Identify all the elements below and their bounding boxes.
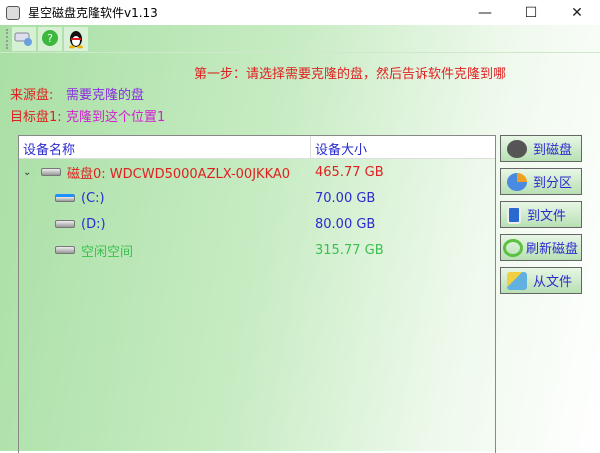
chevron-down-icon[interactable]: ⌄ <box>23 167 37 178</box>
device-size: 465.77 GB <box>315 164 384 180</box>
button-label: 刷新磁盘 <box>526 242 579 257</box>
refresh-disk-button[interactable]: 刷新磁盘 <box>500 234 582 261</box>
maximize-button[interactable]: ☐ <box>508 0 554 25</box>
open-file-icon <box>507 271 527 290</box>
step-instruction: 第一步：请选择需要克隆的盘，然后告诉软件克隆到哪 <box>193 67 506 82</box>
button-label: 从文件 <box>533 275 573 290</box>
toolbar: ? <box>0 25 600 53</box>
button-label: 到分区 <box>533 176 573 191</box>
device-name: (C:) <box>81 190 105 206</box>
app-icon <box>6 5 20 20</box>
device-size: 70.00 GB <box>315 190 376 206</box>
to-disk-button[interactable]: 到磁盘 <box>500 135 582 162</box>
from-file-button[interactable]: 从文件 <box>500 267 582 294</box>
table-row-d[interactable]: (D:) 80.00 GB <box>19 211 495 237</box>
help-icon[interactable]: ? <box>38 26 62 51</box>
target-label: 目标盘1: <box>10 110 62 125</box>
target-value: 克隆到这个位置1 <box>66 110 166 125</box>
windows-drive-icon <box>55 194 75 202</box>
table-row-disk0[interactable]: ⌄ 磁盘0: WDCWD5000AZLX-00JKKA0 465.77 GB <box>19 159 495 185</box>
table-row-free-space[interactable]: 空闲空间 315.77 GB <box>19 237 495 263</box>
button-label: 到文件 <box>527 209 567 224</box>
drive-icon <box>55 220 75 228</box>
svg-text:?: ? <box>47 32 53 45</box>
source-value: 需要克隆的盘 <box>66 88 145 103</box>
device-size: 80.00 GB <box>315 216 376 232</box>
window-title: 星空磁盘克隆软件v1.13 <box>28 6 158 20</box>
header-device-size[interactable]: 设备大小 <box>311 136 371 158</box>
to-partition-button[interactable]: 到分区 <box>500 168 582 195</box>
disk-settings-icon[interactable] <box>12 26 36 51</box>
main-panel: ? 第一步：请选择需要克隆的盘，然后告诉软件克隆到哪 来源盘: 需要克隆的盘 目… <box>0 25 600 453</box>
partition-pie-icon <box>507 172 527 191</box>
hard-disk-icon <box>507 139 527 158</box>
toolbar-grip <box>6 28 9 49</box>
device-table[interactable]: 设备名称 设备大小 ⌄ 磁盘0: WDCWD5000AZLX-00JKKA0 46… <box>18 135 496 453</box>
device-name: 磁盘0: WDCWD5000AZLX-00JKKA0 <box>67 166 291 182</box>
table-header: 设备名称 设备大小 <box>19 136 495 159</box>
device-name: (D:) <box>81 216 106 232</box>
to-file-button[interactable]: 到文件 <box>500 201 582 228</box>
refresh-icon <box>503 238 523 257</box>
table-row-c[interactable]: (C:) 70.00 GB <box>19 185 495 211</box>
qq-penguin-icon[interactable] <box>64 26 88 51</box>
close-button[interactable]: ✕ <box>554 0 600 25</box>
header-device-name[interactable]: 设备名称 <box>19 136 311 158</box>
device-name: 空闲空间 <box>81 244 134 260</box>
button-label: 到磁盘 <box>533 143 573 158</box>
device-size: 315.77 GB <box>315 242 384 258</box>
disk-icon <box>41 168 61 176</box>
minimize-button[interactable]: — <box>462 0 508 25</box>
file-icon <box>507 205 521 224</box>
drive-icon <box>55 246 75 254</box>
source-label: 来源盘: <box>10 88 54 103</box>
title-bar: 星空磁盘克隆软件v1.13 — ☐ ✕ <box>0 0 600 25</box>
